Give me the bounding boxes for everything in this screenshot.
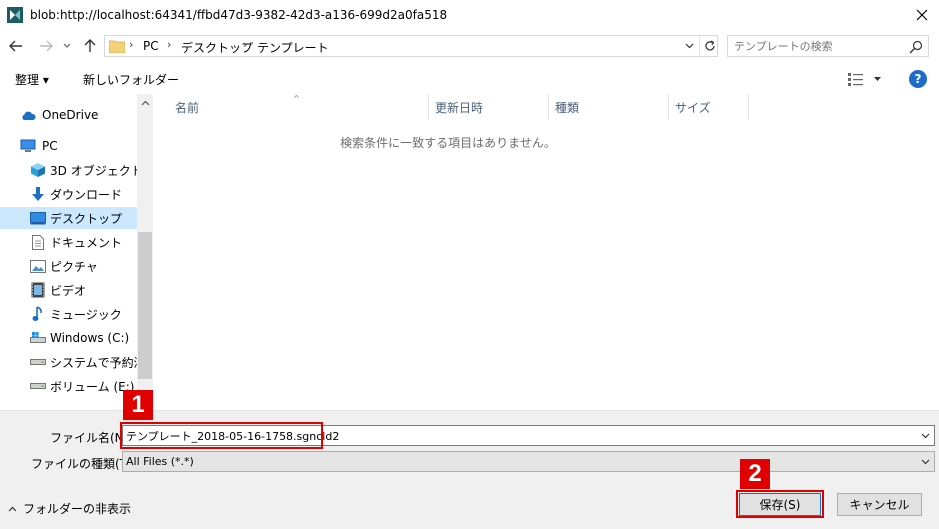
video-icon — [30, 282, 46, 298]
sidebar-item-label: 3D オブジェクト — [50, 163, 143, 178]
refresh-icon — [704, 40, 715, 51]
cancel-button[interactable]: キャンセル — [837, 493, 922, 516]
filetype-label: ファイルの種類(T): — [31, 457, 136, 471]
picture-icon — [30, 258, 46, 274]
address-dropdown[interactable] — [679, 36, 699, 56]
column-header-name[interactable]: 名前 — [169, 94, 429, 120]
window-title: blob:http://localhost:64341/ffbd47d3-938… — [30, 8, 448, 22]
download-icon — [30, 186, 46, 202]
arrow-left-icon — [9, 40, 22, 52]
music-icon — [30, 306, 46, 322]
close-icon — [916, 9, 928, 21]
column-header-modified[interactable]: 更新日時 — [429, 94, 549, 120]
chevron-up-icon — [141, 100, 149, 106]
up-button[interactable] — [80, 36, 100, 56]
drive-icon — [30, 378, 46, 394]
crumb-template[interactable]: テンプレート — [257, 39, 329, 56]
chevron-down-icon — [685, 43, 693, 49]
sidebar-item-documents[interactable]: ドキュメント — [0, 231, 137, 253]
address-bar[interactable]: › PC › デスクトップ › テンプレート — [104, 35, 718, 57]
sidebar-item-onedrive[interactable]: OneDrive — [0, 104, 137, 126]
scrollbar-thumb[interactable] — [138, 232, 152, 379]
cloud-icon — [20, 107, 36, 123]
windows-drive-icon — [30, 330, 46, 346]
crumb-separator-icon: › — [167, 38, 172, 51]
sidebar-item-3d-objects[interactable]: 3D オブジェクト — [0, 159, 143, 181]
sidebar-item-downloads[interactable]: ダウンロード — [0, 183, 137, 205]
document-icon — [30, 234, 46, 250]
cube-icon — [30, 162, 46, 178]
view-options-icon[interactable] — [848, 71, 884, 87]
navigation-scrollbar[interactable] — [137, 94, 153, 410]
back-button[interactable] — [6, 36, 26, 56]
sidebar-item-label: Windows (C:) — [50, 331, 130, 345]
search-input[interactable] — [734, 38, 904, 54]
sidebar-item-label: ミュージック — [50, 307, 122, 322]
app-icon — [7, 7, 23, 23]
sidebar-item-label: ビデオ — [50, 283, 87, 298]
folder-icon — [109, 40, 125, 53]
sidebar-item-music[interactable]: ミュージック — [0, 303, 137, 325]
chevron-down-icon — [921, 433, 929, 439]
sidebar-item-label: PC — [42, 139, 58, 153]
close-button[interactable] — [905, 0, 939, 30]
sidebar-item-pc[interactable]: PC — [0, 135, 137, 157]
new-folder-button[interactable]: 新しいフォルダー — [83, 71, 179, 88]
sidebar-item-pictures[interactable]: ピクチャ — [0, 255, 137, 277]
title-bar: blob:http://localhost:64341/ffbd47d3-938… — [0, 0, 939, 30]
scroll-up-button[interactable] — [137, 96, 153, 110]
search-icon[interactable] — [908, 39, 924, 55]
crumb-pc[interactable]: PC — [143, 39, 159, 53]
help-icon[interactable]: ? — [909, 70, 927, 88]
arrow-up-icon — [84, 39, 96, 52]
annotation-badge-1: 1 — [123, 390, 153, 420]
arrow-right-icon — [40, 40, 53, 52]
column-header-size[interactable]: サイズ — [669, 94, 749, 120]
hide-folders-label: フォルダーの非表示 — [23, 502, 132, 516]
chevron-down-icon — [921, 459, 929, 465]
navigation-pane[interactable]: OneDrive PC 3D オブジェクト ダウンロード デスクトップ ドキュメ… — [0, 94, 153, 410]
sidebar-item-label: ダウンロード — [50, 187, 123, 202]
filetype-dropdown[interactable] — [918, 454, 932, 470]
recent-locations-button[interactable] — [60, 36, 74, 56]
hide-folders-toggle[interactable]: フォルダーの非表示 — [8, 500, 131, 517]
sidebar-item-label: OneDrive — [42, 108, 99, 122]
filetype-select[interactable]: All Files (*.*) — [122, 451, 935, 472]
chevron-up-icon — [8, 506, 17, 511]
sidebar-item-label: ボリューム (E:) — [50, 379, 135, 394]
filename-dropdown[interactable] — [918, 428, 932, 444]
refresh-button[interactable] — [699, 36, 719, 56]
forward-button[interactable] — [36, 36, 56, 56]
sidebar-item-label: デスクトップ — [50, 211, 123, 226]
desktop-icon — [30, 210, 46, 226]
sidebar-item-system-reserved[interactable]: システムで予約済み — [0, 351, 153, 373]
filetype-value: All Files (*.*) — [126, 455, 194, 468]
sidebar-item-videos[interactable]: ビデオ — [0, 279, 137, 301]
column-header-type[interactable]: 種類 — [549, 94, 669, 120]
sidebar-item-label: ドキュメント — [50, 235, 123, 250]
crumb-separator-icon: › — [243, 38, 248, 51]
sidebar-item-volume-e[interactable]: ボリューム (E:) — [0, 375, 137, 397]
annotation-badge-2: 2 — [740, 459, 770, 489]
annotation-highlight-save — [736, 490, 824, 518]
search-box[interactable] — [727, 35, 929, 57]
chevron-down-icon — [63, 43, 71, 48]
empty-message: 検索条件に一致する項目はありません。 — [340, 136, 556, 150]
sidebar-item-drive-c[interactable]: Windows (C:) — [0, 327, 137, 349]
crumb-separator-icon: › — [129, 38, 134, 51]
sidebar-item-label: ピクチャ — [50, 259, 98, 274]
computer-icon — [20, 138, 36, 154]
annotation-highlight-filename — [120, 422, 323, 449]
file-list[interactable]: ^ 名前 更新日時 種類 サイズ 検索条件に一致する項目はありません。 — [153, 94, 939, 410]
drive-icon — [30, 354, 46, 370]
sidebar-item-desktop[interactable]: デスクトップ — [0, 207, 137, 229]
organize-button[interactable]: 整理 ▾ — [15, 71, 49, 88]
